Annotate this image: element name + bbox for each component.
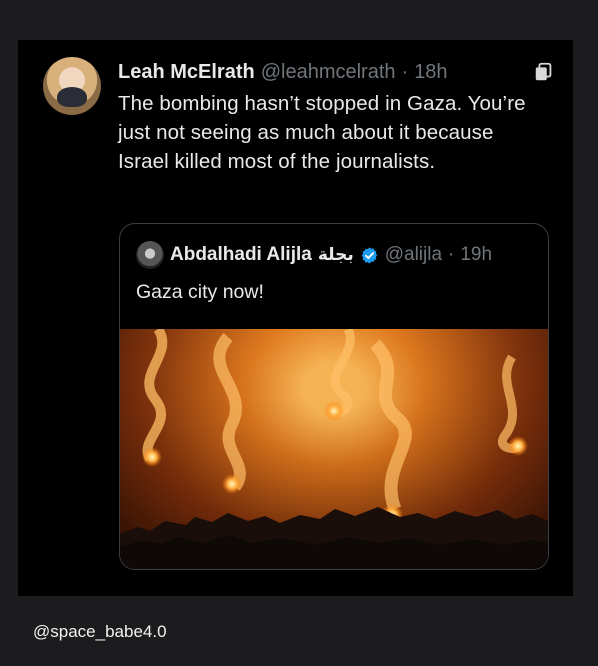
avatar[interactable] (43, 57, 101, 115)
tweet-card[interactable]: Leah McElrath @leahmcelrath · 18h The bo… (18, 40, 573, 596)
quote-author-name-arabic: بجلة (317, 245, 354, 265)
footer-handle: @space_babe4.0 (33, 622, 167, 641)
quote-image[interactable] (120, 326, 548, 569)
author-name[interactable]: Leah McElrath (118, 61, 255, 84)
flare-illustration (120, 326, 548, 569)
tweet-text: The bombing hasn’t stopped in Gaza. You’… (118, 92, 526, 173)
tweet-header: Leah McElrath @leahmcelrath · 18h (118, 58, 448, 86)
quote-time[interactable]: 19h (460, 244, 492, 266)
quote-tweet[interactable]: Abdalhadi Alijla بجلة @alijla · 19h Gaza… (119, 223, 549, 570)
separator-dot: · (401, 60, 409, 83)
tweet-time[interactable]: 18h (414, 61, 447, 84)
quote-author-name[interactable]: Abdalhadi Alijla (170, 244, 312, 266)
quote-avatar[interactable] (136, 241, 164, 269)
quote-separator-dot: · (448, 244, 455, 265)
quote-author-handle[interactable]: @alijla (385, 244, 442, 266)
author-handle[interactable]: @leahmcelrath (261, 61, 396, 84)
quote-text: Gaza city now! (136, 281, 264, 303)
verified-badge-icon (361, 246, 377, 264)
bookmark-icon[interactable] (533, 61, 555, 83)
quote-header: Abdalhadi Alijla بجلة @alijla · 19h (136, 241, 492, 269)
